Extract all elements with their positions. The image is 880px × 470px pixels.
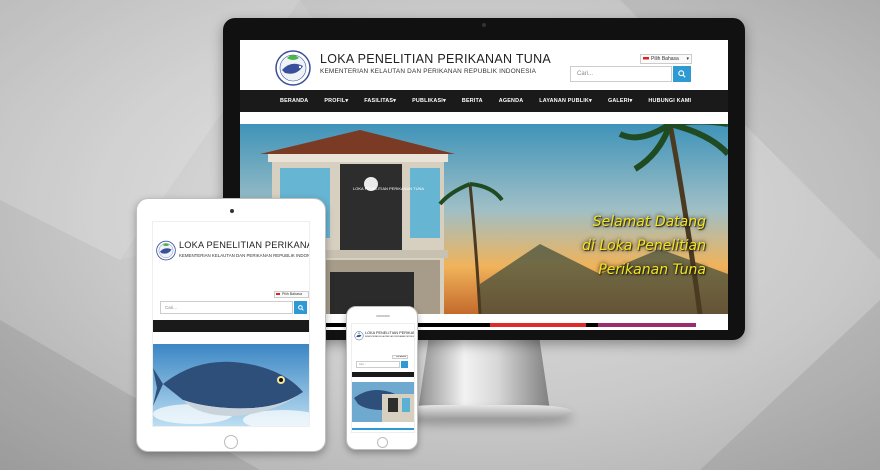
nav-item-layanan-publik[interactable]: LAYANAN PUBLIK▾ xyxy=(539,98,592,104)
site-subtitle: KEMENTERIAN KELAUTAN DAN PERIKANAN REPUB… xyxy=(320,68,537,75)
tuna-logo-icon[interactable] xyxy=(354,330,364,341)
tablet-screen: LOKA PENELITIAN PERIKANAN TUNA KEMENTERI… xyxy=(152,221,310,427)
tuna-logo-icon[interactable] xyxy=(155,238,177,262)
nav-item-fasilitas[interactable]: FASILITAS▾ xyxy=(364,98,396,104)
language-selector-label: Pilih Bahasa xyxy=(282,292,302,296)
tuna-logo-icon[interactable] xyxy=(273,48,313,86)
monitor-camera xyxy=(482,23,486,27)
nav-item-beranda[interactable]: BERANDA xyxy=(280,98,308,104)
language-selector[interactable]: Pilih Bahasa xyxy=(274,291,309,298)
phone-hero-image xyxy=(352,382,414,422)
nav-item-hubungi-kami[interactable]: HUBUNGI KAMI xyxy=(648,98,691,104)
tablet-home-button xyxy=(224,435,238,449)
nav-item-publikasi[interactable]: PUBLIKASI▾ xyxy=(412,98,446,104)
mobile-nav-bar[interactable] xyxy=(153,320,309,332)
flag-icon xyxy=(276,292,280,297)
site-header: LOKA PENELITIAN PERIKANAN TUNA KEMENTERI… xyxy=(240,40,728,90)
color-bar-gap xyxy=(586,323,598,327)
site-subtitle: KEMENTERIAN KELAUTAN DAN PERIKANAN REPUB… xyxy=(365,336,415,338)
tablet-camera xyxy=(230,209,234,213)
phone-speaker xyxy=(376,315,390,317)
language-selector[interactable]: Pilih Bahasa ▾ xyxy=(640,54,692,64)
search-button[interactable] xyxy=(294,301,307,314)
color-bar-red xyxy=(490,323,586,327)
flag-icon xyxy=(643,56,649,62)
search-icon xyxy=(678,70,686,78)
nav-item-berita[interactable]: BERITA xyxy=(462,98,483,104)
site-subtitle: KEMENTERIAN KELAUTAN DAN PERIKANAN REPUB… xyxy=(179,253,310,258)
search-input[interactable]: Cari... xyxy=(160,301,293,314)
site-title[interactable]: LOKA PENELITIAN PERIKANAN TUNA xyxy=(320,52,551,66)
hero-line-1: Selamat Datang xyxy=(592,214,706,230)
nav-item-agenda[interactable]: AGENDA xyxy=(499,98,524,104)
search-button[interactable] xyxy=(673,66,691,82)
language-selector-label: Pilih Bahasa xyxy=(651,56,679,62)
search-button[interactable] xyxy=(401,361,408,368)
monitor-stand-base xyxy=(395,405,573,419)
hero-line-3: Perikanan Tuna xyxy=(598,262,706,278)
monitor-stand xyxy=(418,339,550,411)
phone-device: LOKA PENELITIAN PERIKANAN TUNA KEMENTERI… xyxy=(346,306,418,450)
site-title[interactable]: LOKA PENELITIAN PERIKANAN TUNA xyxy=(179,240,309,250)
mobile-nav-bar[interactable] xyxy=(352,372,414,377)
color-bar-purple xyxy=(598,323,696,327)
search-input[interactable]: Cari... xyxy=(356,361,400,368)
phone-screen: LOKA PENELITIAN PERIKANAN TUNA KEMENTERI… xyxy=(351,323,415,433)
accent-bar xyxy=(352,428,414,430)
phone-home-button xyxy=(377,437,388,448)
main-nav: BERANDA PROFIL▾ FASILITAS▾ PUBLIKASI▾ BE… xyxy=(240,90,728,112)
search-input[interactable]: Cari... xyxy=(570,66,672,82)
site-title[interactable]: LOKA PENELITIAN PERIKANAN TUNA xyxy=(365,331,414,335)
hero-line-2: di Loka Penelitian xyxy=(582,238,706,254)
tablet-device: LOKA PENELITIAN PERIKANAN TUNA KEMENTERI… xyxy=(136,198,326,452)
tablet-hero-image xyxy=(153,344,309,426)
search-icon xyxy=(297,304,304,311)
nav-item-profil[interactable]: PROFIL▾ xyxy=(324,98,348,104)
nav-item-galeri[interactable]: GALERI▾ xyxy=(608,98,632,104)
building-sign: LOKA PENELITIAN PERIKANAN TUNA xyxy=(353,186,425,191)
hero-headline: Selamat Datang di Loka Penelitian Perika… xyxy=(582,210,706,282)
chevron-down-icon: ▾ xyxy=(686,56,689,62)
language-selector[interactable]: Pilih Bahasa xyxy=(392,355,408,359)
